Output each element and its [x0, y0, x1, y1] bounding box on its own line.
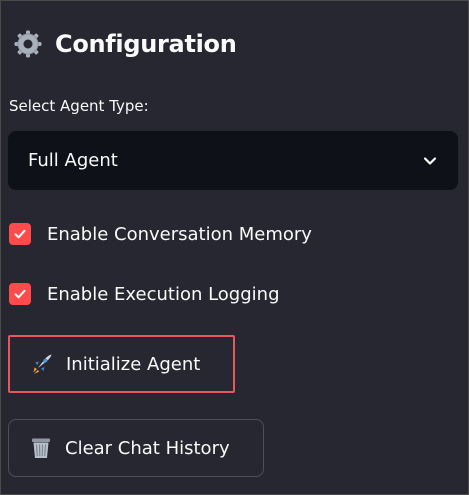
- execution-logging-option[interactable]: Enable Execution Logging: [9, 283, 280, 305]
- conversation-memory-option[interactable]: Enable Conversation Memory: [9, 223, 312, 245]
- clear-chat-history-button[interactable]: Clear Chat History: [8, 419, 264, 477]
- execution-logging-label: Enable Execution Logging: [47, 283, 280, 305]
- rocket-icon: [33, 354, 52, 374]
- initialize-agent-button[interactable]: Initialize Agent: [8, 335, 235, 393]
- execution-logging-checkbox[interactable]: [9, 283, 31, 305]
- agent-type-select[interactable]: Full Agent: [8, 131, 458, 190]
- gear-icon: [14, 30, 42, 58]
- checkmark-icon: [14, 289, 26, 299]
- clear-chat-history-label: Clear Chat History: [65, 437, 230, 459]
- chevron-down-icon: [423, 156, 437, 165]
- checkmark-icon: [14, 229, 26, 239]
- agent-type-label: Select Agent Type:: [9, 97, 149, 115]
- initialize-agent-label: Initialize Agent: [66, 353, 201, 375]
- page-title: Configuration: [55, 30, 237, 58]
- conversation-memory-label: Enable Conversation Memory: [47, 223, 312, 245]
- wastebasket-icon: [32, 438, 50, 458]
- conversation-memory-checkbox[interactable]: [9, 223, 31, 245]
- sidebar-header: Configuration: [13, 29, 237, 59]
- agent-type-value: Full Agent: [28, 150, 118, 171]
